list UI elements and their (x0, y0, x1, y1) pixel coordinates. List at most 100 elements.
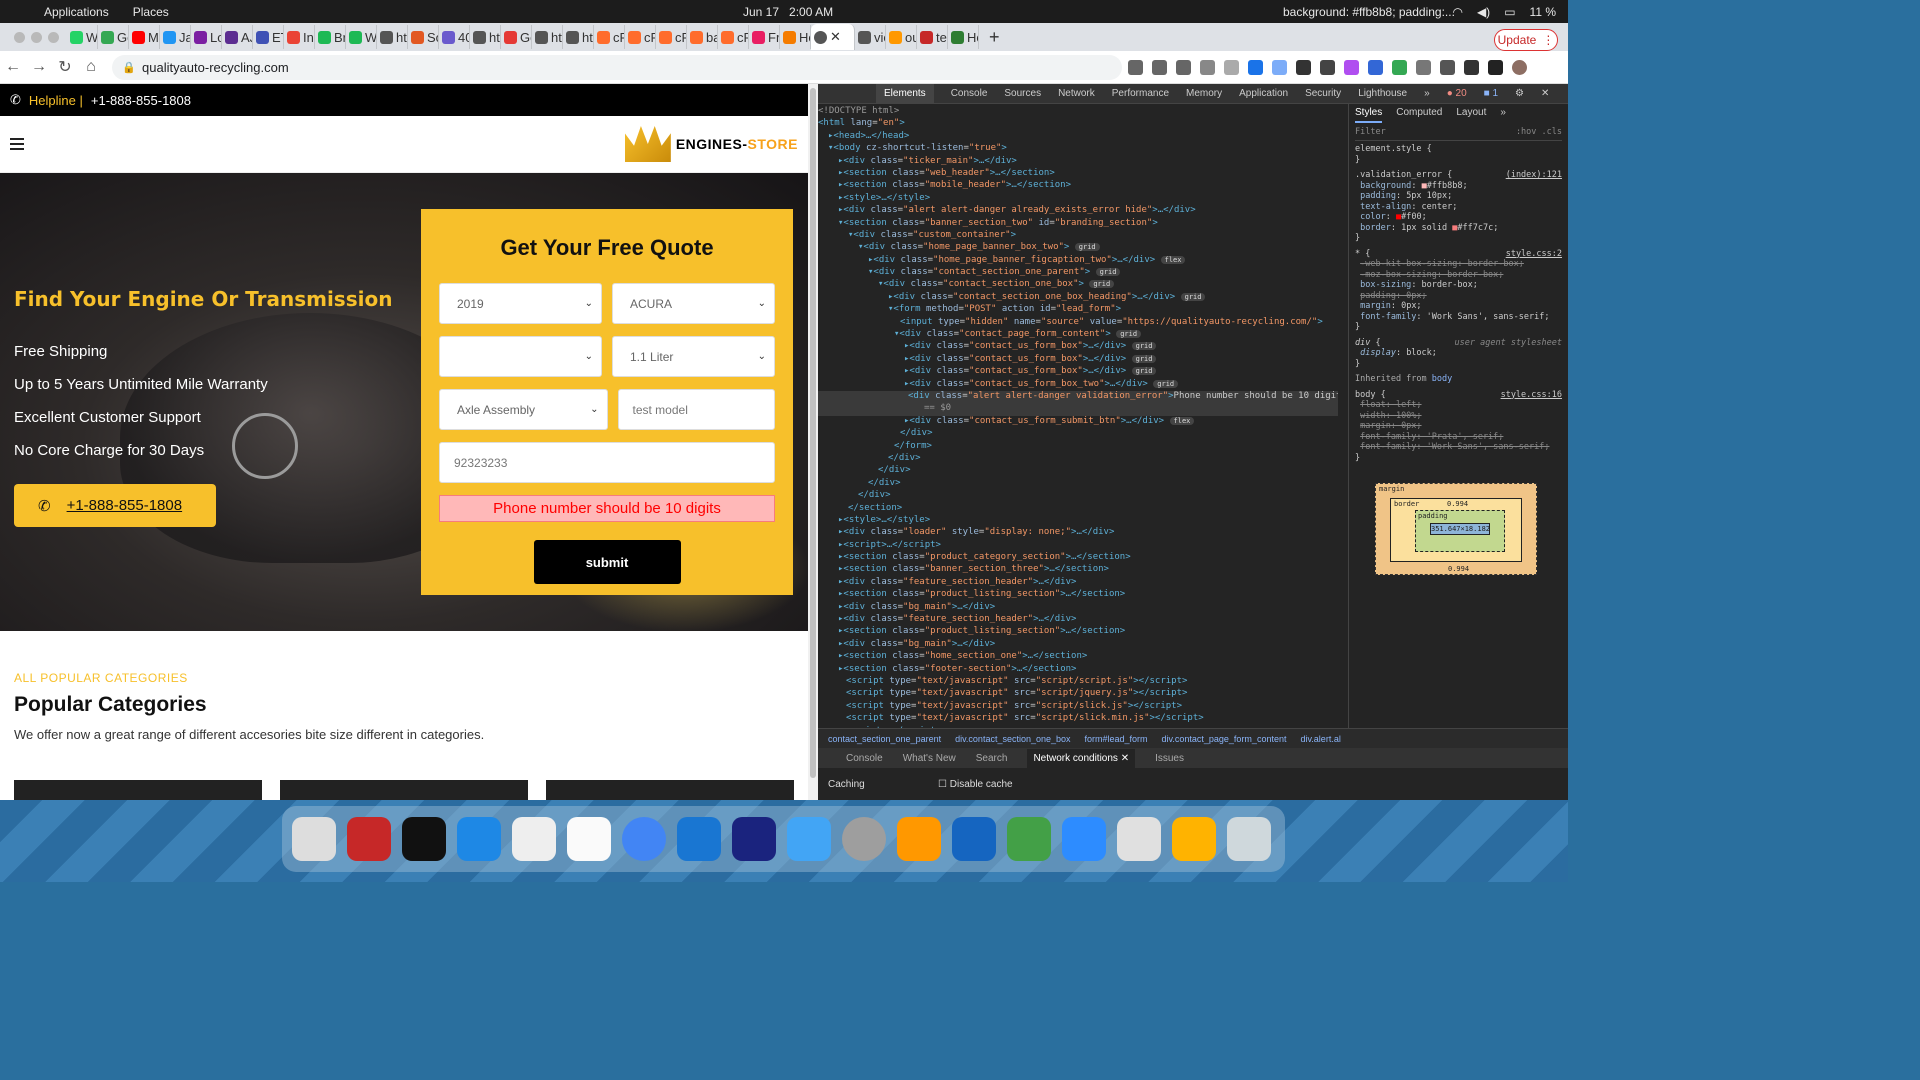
text-editor-icon[interactable] (512, 817, 556, 861)
close-window-dot[interactable] (14, 31, 25, 43)
extension-icon[interactable] (1416, 59, 1431, 75)
extension-icon[interactable] (1440, 59, 1455, 75)
browser-tab[interactable]: cP (625, 25, 656, 49)
browser-tab[interactable]: Ho (948, 25, 979, 49)
browser-tab[interactable]: Mu (129, 25, 160, 49)
drawer-tab-network-conditions[interactable]: Network conditions ✕ (1027, 748, 1136, 768)
tab-styles[interactable]: Styles (1355, 107, 1383, 123)
drawer-tab-issues[interactable]: Issues (1155, 753, 1184, 764)
extension-icon[interactable] (1224, 59, 1239, 75)
call-button[interactable]: ✆ +1-888-855-1808 (14, 484, 216, 527)
tab-memory[interactable]: Memory (1186, 88, 1222, 99)
category-card[interactable] (14, 780, 262, 800)
more-tabs-icon[interactable]: » (1500, 107, 1506, 123)
settings-icon[interactable] (842, 817, 886, 861)
disable-cache-checkbox[interactable]: ☐ Disable cache (938, 779, 1013, 790)
forward-icon[interactable]: → (26, 58, 52, 76)
back-icon[interactable]: ← (0, 58, 26, 76)
browser-tab[interactable]: Bro (315, 25, 346, 49)
terminal-red-icon[interactable] (347, 817, 391, 861)
more-tabs-icon[interactable]: » (1424, 88, 1430, 99)
vscode-icon[interactable] (677, 817, 721, 861)
browser-tab[interactable]: htt (532, 25, 563, 49)
browser-tab[interactable]: htt (563, 25, 594, 49)
browser-tab[interactable]: Ge (501, 25, 532, 49)
close-icon[interactable]: ✕ (1541, 88, 1549, 99)
engine-size-select[interactable]: 1.1 Liter ⌄ (612, 336, 775, 377)
extension-icon[interactable] (1392, 59, 1407, 75)
browser-tab[interactable]: Go (98, 25, 129, 49)
trash-icon[interactable] (1227, 817, 1271, 861)
toggles-icon[interactable] (787, 817, 831, 861)
zoom-icon[interactable] (1128, 59, 1143, 75)
browser-tab[interactable]: htt (470, 25, 501, 49)
settings-gear-icon[interactable]: ⚙ (1515, 88, 1524, 99)
terminal-icon[interactable] (402, 817, 446, 861)
menu-applications[interactable]: Applications (44, 5, 109, 19)
extension-icon[interactable] (1368, 59, 1383, 75)
extension-icon[interactable] (1272, 59, 1287, 75)
hov-cls-toggle[interactable]: :hov .cls (1516, 127, 1562, 137)
model-select[interactable]: ⌄ (439, 336, 602, 377)
browser-tab[interactable]: htt (377, 25, 408, 49)
kali-icon[interactable] (1117, 817, 1161, 861)
tab-lighthouse[interactable]: Lighthouse (1358, 88, 1407, 99)
puzzle-app-icon[interactable] (1007, 817, 1051, 861)
phone-input[interactable]: 92323233 (439, 442, 775, 483)
minimize-window-dot[interactable] (31, 31, 42, 43)
chrome-icon[interactable] (622, 817, 666, 861)
site-logo[interactable]: ENGINES-STORE (624, 126, 798, 162)
active-tab[interactable]: ✕ (811, 24, 855, 50)
scroll-thumb[interactable] (810, 88, 816, 778)
extension-icon[interactable] (1296, 59, 1311, 75)
dom-tree[interactable]: <!DOCTYPE html> <html lang="en"> ▸<head>… (818, 104, 1338, 728)
hamburger-menu-icon[interactable] (10, 138, 24, 150)
vlc-icon[interactable] (897, 817, 941, 861)
tab-close-icon[interactable]: ✕ (830, 29, 841, 45)
drawer-tab-console[interactable]: Console (846, 753, 883, 764)
system-tray[interactable]: ◠ ◀) ▭ 11 % (1452, 5, 1556, 19)
reminders-icon[interactable] (567, 817, 611, 861)
sidebar-icon[interactable] (1488, 59, 1503, 75)
browser-tab[interactable]: Ho (780, 25, 811, 49)
page-scrollbar[interactable] (808, 84, 818, 800)
volume-icon[interactable]: ◀) (1477, 5, 1490, 19)
browser-tab[interactable]: Wl (67, 25, 98, 49)
browser-tab[interactable]: cP (718, 25, 749, 49)
mailspring-icon[interactable] (732, 817, 776, 861)
category-card[interactable] (546, 780, 794, 800)
breadcrumb[interactable]: div.contact_section_one_box (955, 734, 1070, 744)
browser-tab[interactable]: cP (656, 25, 687, 49)
window-controls[interactable] (14, 31, 59, 43)
tab-performance[interactable]: Performance (1112, 88, 1169, 99)
browser-tab[interactable]: Inl (284, 25, 315, 49)
browser-tab[interactable]: ET (253, 25, 284, 49)
browser-tab[interactable]: ba (687, 25, 718, 49)
tab-elements[interactable]: Elements (876, 84, 934, 103)
tab-network[interactable]: Network (1058, 88, 1095, 99)
close-icon[interactable]: ✕ (1121, 753, 1129, 764)
extension-icon[interactable] (1320, 59, 1335, 75)
styles-filter-input[interactable]: Filter:hov .cls (1355, 127, 1562, 141)
avatar[interactable] (1512, 59, 1527, 75)
update-button[interactable]: Update ⋮ (1494, 29, 1558, 51)
breadcrumb[interactable]: form#lead_form (1085, 734, 1148, 744)
browser-tab[interactable]: So (408, 25, 439, 49)
url-field[interactable]: 🔒 qualityauto-recycling.com (112, 55, 1122, 80)
zoom-icon[interactable] (1062, 817, 1106, 861)
menu-places[interactable]: Places (133, 5, 169, 19)
browser-tab[interactable]: Fri (749, 25, 780, 49)
drawer-tab-whats-new[interactable]: What's New (903, 753, 956, 764)
warning-count-badge[interactable]: ■ 1 (1484, 88, 1498, 99)
category-card[interactable] (280, 780, 528, 800)
new-tab-icon[interactable]: + (989, 27, 1000, 48)
box-model-diagram[interactable]: margin border 0.994 padding 351.647×18.1… (1375, 483, 1537, 575)
breadcrumb[interactable]: contact_section_one_parent (828, 734, 941, 744)
error-count-badge[interactable]: ● 20 (1447, 88, 1467, 99)
tab-security[interactable]: Security (1305, 88, 1341, 99)
puzzle-icon[interactable] (1464, 59, 1479, 75)
browser-tab[interactable]: Lo (191, 25, 222, 49)
launchpad-icon[interactable] (292, 817, 336, 861)
finder-icon[interactable] (457, 817, 501, 861)
browser-tab[interactable]: We (346, 25, 377, 49)
